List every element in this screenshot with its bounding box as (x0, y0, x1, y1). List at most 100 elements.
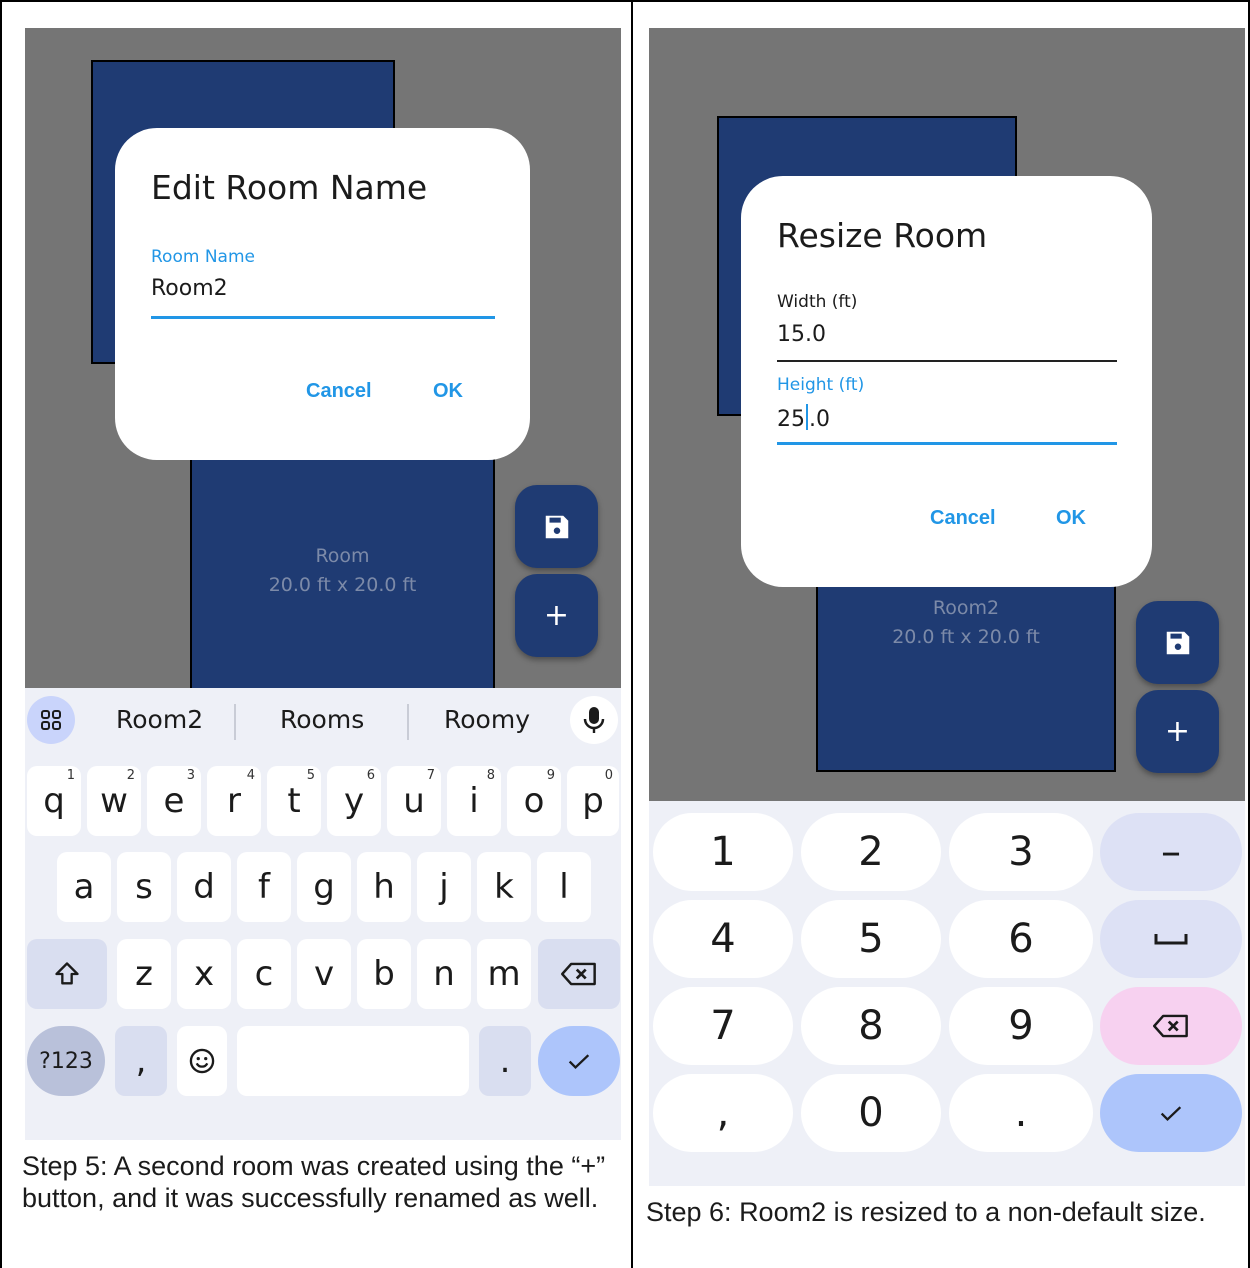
height-input[interactable]: 25.0 (777, 404, 830, 432)
key-n[interactable]: n (417, 939, 471, 1009)
room-name-underline (151, 316, 495, 319)
key-d[interactable]: d (177, 852, 231, 922)
room-size-label: 20.0 ft x 20.0 ft (268, 574, 417, 596)
suggestion-3[interactable]: Roomy (444, 705, 530, 734)
save-button[interactable] (515, 485, 598, 568)
width-underline (777, 360, 1117, 362)
shift-key[interactable] (27, 939, 107, 1009)
key-g[interactable]: g (297, 852, 351, 922)
suggestion-divider (407, 704, 409, 740)
width-field-label: Width (ft) (777, 292, 858, 312)
emoji-key[interactable] (177, 1026, 227, 1096)
key-s[interactable]: s (117, 852, 171, 922)
room-name-label: Room2 (932, 597, 1000, 619)
key-w[interactable]: w2 (87, 766, 141, 836)
step5-caption: Step 5: A second room was created using … (22, 1151, 606, 1213)
key-t[interactable]: t5 (267, 766, 321, 836)
border-left (0, 0, 2, 1268)
room-name-input[interactable]: Room2 (151, 276, 228, 301)
checkmark-icon (568, 1054, 590, 1070)
comma-key[interactable]: , (653, 1074, 793, 1152)
cancel-button[interactable]: Cancel (930, 507, 996, 530)
room-name-label: Room (315, 545, 370, 567)
key-p[interactable]: p0 (567, 766, 619, 836)
key-6[interactable]: 6 (949, 900, 1093, 978)
emoji-icon (189, 1048, 215, 1074)
done-key[interactable] (538, 1026, 620, 1096)
period-key[interactable]: . (949, 1074, 1093, 1152)
backspace-icon (1153, 1014, 1188, 1038)
key-4[interactable]: 4 (653, 900, 793, 978)
border-middle (631, 0, 633, 1268)
comma-key[interactable]: , (115, 1026, 167, 1096)
backspace-key[interactable] (1100, 987, 1242, 1065)
dialog-title: Resize Room (777, 216, 988, 255)
key-7[interactable]: 7 (653, 987, 793, 1065)
plus-icon: + (1164, 713, 1191, 749)
resize-room-dialog: Resize Room Width (ft) 15.0 Height (ft) … (741, 176, 1152, 587)
key-x[interactable]: x (177, 939, 231, 1009)
key-b[interactable]: b (357, 939, 411, 1009)
key-9[interactable]: 9 (949, 987, 1093, 1065)
key-1[interactable]: 1 (653, 813, 793, 891)
key-l[interactable]: l (537, 852, 591, 922)
suggestion-1[interactable]: Room2 (116, 705, 203, 734)
apps-grid-button[interactable] (27, 696, 75, 744)
key-i[interactable]: i8 (447, 766, 501, 836)
key-y[interactable]: y6 (327, 766, 381, 836)
step5-screen: Room 20.0 ft x 20.0 ft + Edit Room Name … (25, 28, 621, 1140)
key-m[interactable]: m (477, 939, 531, 1009)
key-z[interactable]: z (117, 939, 171, 1009)
key-q[interactable]: q1 (27, 766, 81, 836)
key-o[interactable]: o9 (507, 766, 561, 836)
key-8[interactable]: 8 (801, 987, 941, 1065)
key-j[interactable]: j (417, 852, 471, 922)
screenshot-frame: Room 20.0 ft x 20.0 ft + Edit Room Name … (0, 0, 1250, 1268)
key-a[interactable]: a (57, 852, 111, 922)
checkmark-icon (1160, 1106, 1182, 1122)
save-button[interactable] (1136, 601, 1219, 684)
key-c[interactable]: c (237, 939, 291, 1009)
key-k[interactable]: k (477, 852, 531, 922)
space-key[interactable] (1100, 900, 1242, 978)
numeric-keypad: 1 2 3 – 4 5 6 7 8 9 , 0 . (649, 801, 1245, 1186)
add-room-button[interactable]: + (1136, 690, 1219, 773)
border-top (0, 0, 1250, 2)
backspace-key[interactable] (538, 939, 620, 1009)
width-input[interactable]: 15.0 (777, 322, 826, 347)
dialog-title: Edit Room Name (151, 168, 428, 207)
key-5[interactable]: 5 (801, 900, 941, 978)
period-key[interactable]: . (479, 1026, 531, 1096)
suggestion-2[interactable]: Rooms (280, 705, 364, 734)
height-underline (777, 442, 1117, 445)
save-icon (1166, 631, 1189, 654)
key-e[interactable]: e3 (147, 766, 201, 836)
edit-room-name-dialog: Edit Room Name Room Name Room2 Cancel OK (115, 128, 530, 460)
suggestion-divider (234, 704, 236, 740)
space-key[interactable] (237, 1026, 469, 1096)
voice-input-button[interactable] (570, 696, 618, 744)
step6-screen: Room2 20.0 ft x 20.0 ft + Resize Room Wi… (649, 28, 1245, 1186)
room-tile-second[interactable]: Room 20.0 ft x 20.0 ft (190, 428, 495, 728)
key-h[interactable]: h (357, 852, 411, 922)
key-2[interactable]: 2 (801, 813, 941, 891)
key-u[interactable]: u7 (387, 766, 441, 836)
qwerty-keyboard: Room2 Rooms Roomy q1 w2 e3 r4 t5 y6 u7 i… (25, 688, 621, 1140)
room-name-field-label: Room Name (151, 247, 255, 267)
key-3[interactable]: 3 (949, 813, 1093, 891)
key-f[interactable]: f (237, 852, 291, 922)
done-key[interactable] (1100, 1074, 1242, 1152)
ok-button[interactable]: OK (433, 380, 463, 403)
key-v[interactable]: v (297, 939, 351, 1009)
step6-caption: Step 6: Room2 is resized to a non-defaul… (646, 1197, 1206, 1227)
key-r[interactable]: r4 (207, 766, 261, 836)
minus-key[interactable]: – (1100, 813, 1242, 891)
key-0[interactable]: 0 (801, 1074, 941, 1152)
room-size-label: 20.0 ft x 20.0 ft (892, 626, 1040, 648)
cancel-button[interactable]: Cancel (306, 380, 372, 403)
height-field-label: Height (ft) (777, 375, 865, 395)
symbols-key[interactable]: ?123 (27, 1026, 105, 1096)
ok-button[interactable]: OK (1056, 507, 1086, 530)
add-room-button[interactable]: + (515, 574, 598, 657)
backspace-icon (561, 962, 596, 986)
